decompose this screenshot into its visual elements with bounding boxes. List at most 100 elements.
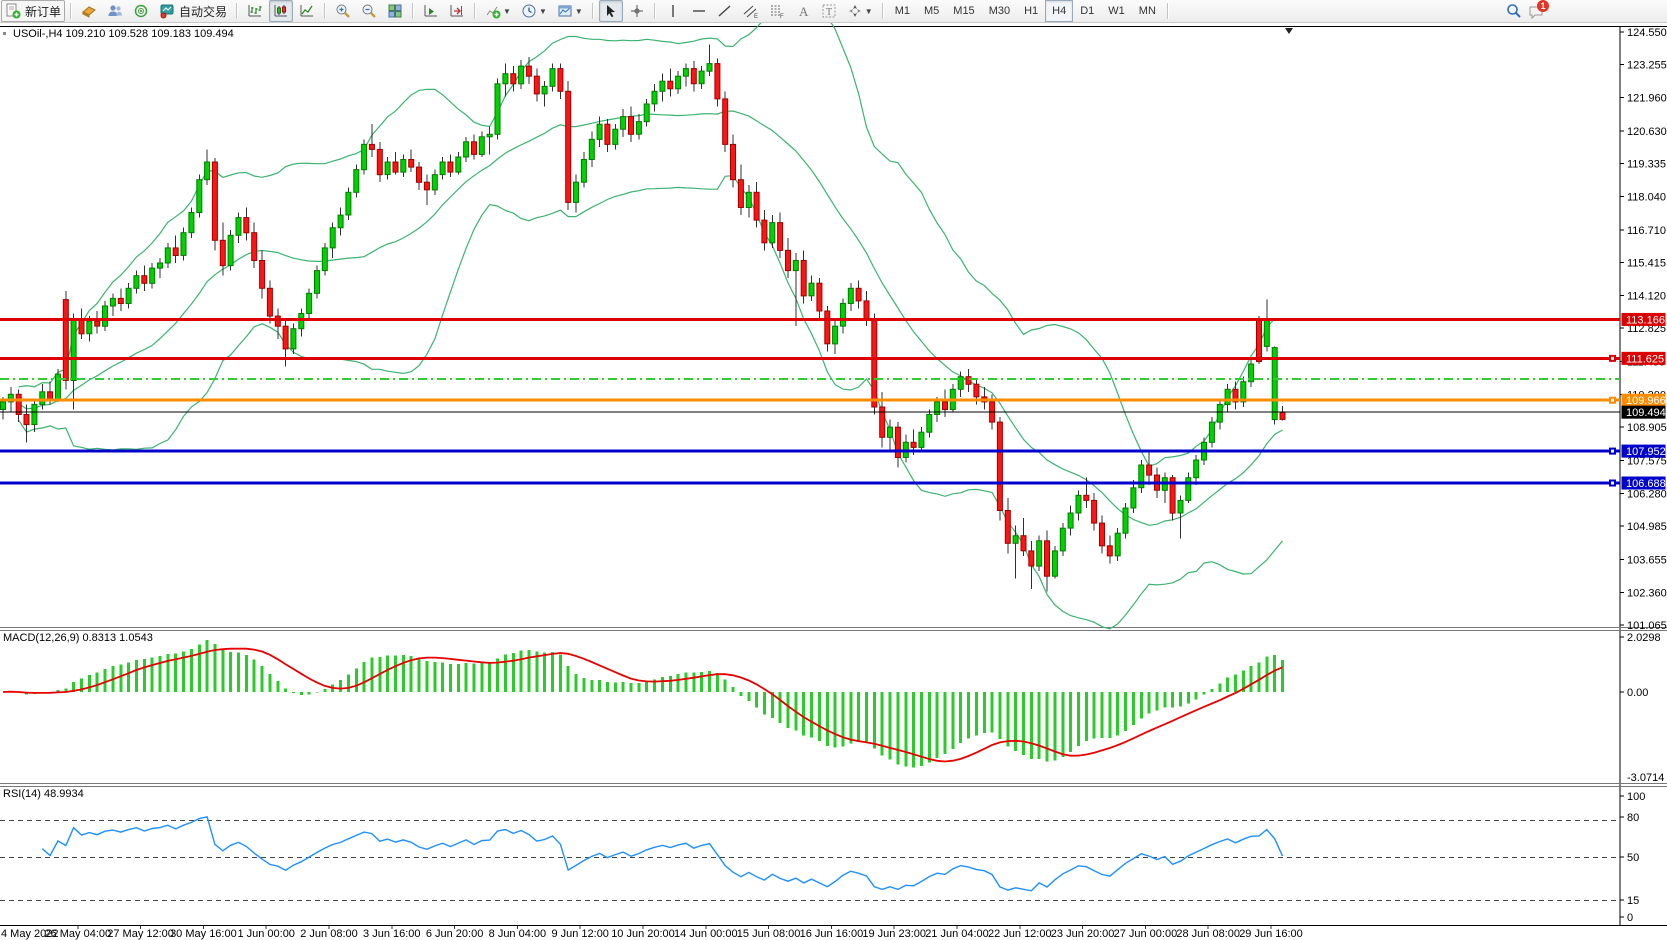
toolbar-right: 1 xyxy=(1506,0,1548,22)
candle xyxy=(574,182,579,202)
candle xyxy=(1147,465,1152,475)
candle xyxy=(189,213,194,233)
indicator-panels: MACD(12,26,9) 0.8313 1.05432.02980.00-3.… xyxy=(0,632,1664,924)
candle xyxy=(448,162,453,172)
accounts-button[interactable] xyxy=(103,0,127,22)
timeframe-m15[interactable]: M15 xyxy=(946,0,981,22)
price-label-text: 113.166 xyxy=(1626,314,1665,326)
cursor-tool-button[interactable] xyxy=(599,0,623,22)
candle xyxy=(487,134,492,137)
market-watch-button[interactable] xyxy=(77,0,101,22)
candle xyxy=(354,170,359,193)
candle xyxy=(738,180,743,208)
candle xyxy=(660,81,665,91)
price-tick-label: 106.280 xyxy=(1627,488,1667,500)
new-order-button[interactable]: 新订单 xyxy=(1,0,65,22)
periods-button[interactable]: ▼ xyxy=(517,0,551,22)
auto-trading-label: 自动交易 xyxy=(179,3,227,20)
dropdown-caret: ▼ xyxy=(503,7,511,16)
timeframe-group: M1M5M15M30H1H4D1W1MN xyxy=(888,0,1163,22)
separator xyxy=(236,3,238,19)
price-label-text: 106.688 xyxy=(1626,478,1666,490)
chart-shift-marker[interactable] xyxy=(1285,28,1293,34)
timeframe-m30[interactable]: M30 xyxy=(982,0,1017,22)
vertical-line-tool[interactable] xyxy=(661,0,685,22)
timeframe-m5[interactable]: M5 xyxy=(917,0,946,22)
timeframe-w1[interactable]: W1 xyxy=(1101,0,1132,22)
indicators-icon xyxy=(485,3,501,19)
search-icon[interactable] xyxy=(1506,3,1522,19)
templates-button[interactable]: ▼ xyxy=(553,0,587,22)
candle xyxy=(205,162,210,180)
time-tick-label: 23 Jun 20:00 xyxy=(1051,928,1115,940)
zoom-out-button[interactable] xyxy=(357,0,381,22)
candle xyxy=(16,394,21,414)
macd-tick: -3.0714 xyxy=(1627,772,1664,784)
zoom-in-button[interactable] xyxy=(331,0,355,22)
auto-scroll-button[interactable] xyxy=(419,0,443,22)
bollinger-line xyxy=(19,2,1283,466)
candlestick-chart-button[interactable] xyxy=(269,0,293,22)
vertical-line-icon xyxy=(665,3,681,19)
text-label-tool[interactable]: T xyxy=(817,0,841,22)
candle xyxy=(24,415,29,425)
candle xyxy=(440,162,445,175)
crosshair-tool-button[interactable] xyxy=(625,0,649,22)
indicators-button[interactable]: ▼ xyxy=(481,0,515,22)
candle xyxy=(817,283,822,311)
timeframe-m1[interactable]: M1 xyxy=(888,0,917,22)
time-tick-label: 1 Jun 00:00 xyxy=(237,928,295,940)
price-tick-label: 124.550 xyxy=(1627,27,1667,39)
level-lines[interactable] xyxy=(0,319,1620,486)
price-chart[interactable]: USOil-,H4 109.210 109.528 109.183 109.49… xyxy=(0,0,1667,940)
timeframe-h4[interactable]: H4 xyxy=(1045,0,1073,22)
text-tool[interactable]: A xyxy=(791,0,815,22)
users-icon xyxy=(107,3,123,19)
horizontal-line-tool[interactable] xyxy=(687,0,711,22)
candle xyxy=(495,84,500,135)
notifications-button[interactable]: 1 xyxy=(1528,1,1548,21)
timeframe-d1[interactable]: D1 xyxy=(1073,0,1101,22)
bar-chart-button[interactable] xyxy=(243,0,267,22)
candle xyxy=(1084,495,1089,500)
svg-text:E: E xyxy=(754,14,758,19)
candle xyxy=(825,311,830,344)
time-tick-label: 29 Jun 16:00 xyxy=(1239,928,1303,940)
candle xyxy=(589,139,594,159)
candle xyxy=(87,321,92,334)
dropdown-caret: ▼ xyxy=(575,7,583,16)
signals-button[interactable] xyxy=(129,0,153,22)
candle xyxy=(652,91,657,104)
candle xyxy=(848,288,853,303)
cursor-icon xyxy=(603,3,619,19)
line-chart-button[interactable] xyxy=(295,0,319,22)
candle xyxy=(636,122,641,135)
timeframe-h1[interactable]: H1 xyxy=(1017,0,1045,22)
radar-icon xyxy=(133,3,149,19)
fibonacci-tool[interactable]: F xyxy=(765,0,789,22)
time-tick-label: 22 Jun 12:00 xyxy=(988,928,1052,940)
candle xyxy=(369,144,374,149)
chart-shift-button[interactable] xyxy=(445,0,469,22)
arrows-tool[interactable]: ▼ xyxy=(843,0,877,22)
svg-text:F: F xyxy=(780,14,784,19)
clock-icon xyxy=(521,3,537,19)
candle xyxy=(809,283,814,296)
trendline-tool[interactable] xyxy=(713,0,737,22)
separator xyxy=(592,3,594,19)
separator xyxy=(882,3,884,19)
timeframe-mn[interactable]: MN xyxy=(1132,0,1163,22)
tile-windows-button[interactable] xyxy=(383,0,407,22)
candle xyxy=(888,427,893,437)
candle xyxy=(770,223,775,243)
candle xyxy=(864,301,869,319)
auto-trading-button[interactable]: 自动交易 xyxy=(155,0,231,22)
candle xyxy=(558,69,563,92)
price-tick-label: 114.120 xyxy=(1627,290,1666,302)
channel-tool[interactable]: E xyxy=(739,0,763,22)
chart-menu-marker[interactable] xyxy=(3,32,6,35)
candle xyxy=(1217,404,1222,422)
candle xyxy=(291,329,296,349)
price-tick-label: 103.655 xyxy=(1627,555,1667,567)
time-tick-label: 2 Jun 08:00 xyxy=(300,928,358,940)
